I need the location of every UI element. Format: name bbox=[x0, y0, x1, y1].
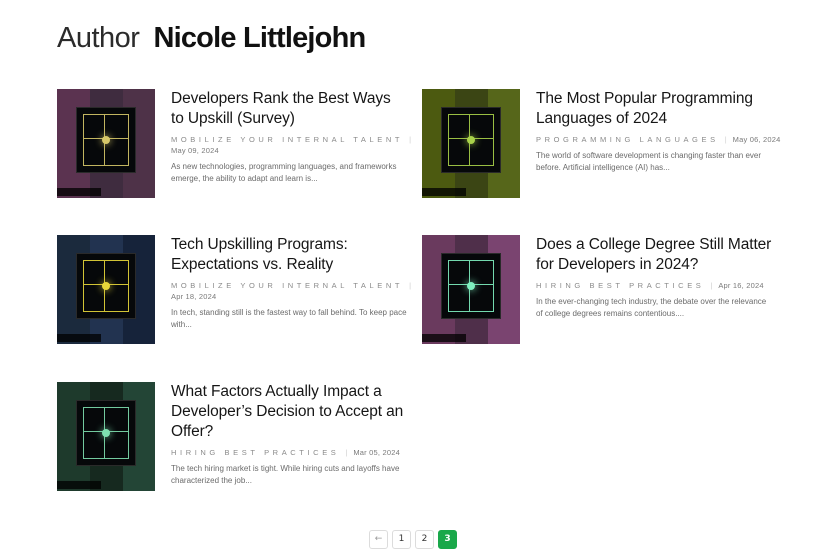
post-title[interactable]: Does a College Degree Still Matter for D… bbox=[536, 235, 772, 275]
post-title[interactable]: Tech Upskilling Programs: Expectations v… bbox=[171, 235, 407, 275]
post-excerpt: The tech hiring market is tight. While h… bbox=[171, 464, 400, 485]
image-credit-badge bbox=[57, 188, 101, 196]
post-thumbnail[interactable] bbox=[57, 235, 155, 344]
post-meta: Hiring Best Practices | Mar 05, 2024 bbox=[171, 448, 400, 457]
post-category[interactable]: Hiring Best Practices bbox=[536, 281, 704, 290]
post-excerpt: In tech, standing still is the fastest w… bbox=[171, 308, 407, 329]
post-excerpt: As new technologies, programming languag… bbox=[171, 162, 397, 183]
post-card[interactable]: Does a College Degree Still Matter for D… bbox=[422, 235, 771, 345]
post-card[interactable]: What Factors Actually Impact a Developer… bbox=[57, 382, 403, 494]
post-thumbnail[interactable] bbox=[422, 89, 520, 198]
post-date: May 09, 2024 bbox=[171, 146, 219, 155]
author-header: Author Nicole Littlejohn bbox=[57, 22, 366, 55]
post-title[interactable]: Developers Rank the Best Ways to Upskill… bbox=[171, 89, 407, 129]
post-meta: Programming Languages | May 06, 2024 bbox=[536, 135, 781, 144]
post-title[interactable]: What Factors Actually Impact a Developer… bbox=[171, 382, 407, 442]
image-credit-badge bbox=[57, 481, 101, 489]
circuit-chip-illustration bbox=[76, 253, 136, 319]
page-button-2[interactable]: 2 bbox=[415, 530, 434, 549]
circuit-chip-illustration bbox=[76, 107, 136, 173]
post-thumbnail[interactable] bbox=[422, 235, 520, 344]
post-title[interactable]: The Most Popular Programming Languages o… bbox=[536, 89, 772, 129]
post-date: May 06, 2024 bbox=[732, 135, 781, 144]
post-excerpt: In the ever-changing tech industry, the … bbox=[536, 297, 767, 318]
post-date: Apr 16, 2024 bbox=[718, 281, 764, 290]
post-card[interactable]: The Most Popular Programming Languages o… bbox=[422, 89, 780, 199]
circuit-chip-illustration bbox=[441, 107, 501, 173]
post-category[interactable]: Hiring Best Practices bbox=[171, 448, 339, 457]
page-button-1[interactable]: 1 bbox=[392, 530, 411, 549]
post-excerpt: The world of software development is cha… bbox=[536, 151, 762, 172]
post-date: Mar 05, 2024 bbox=[353, 448, 400, 457]
prev-page-button[interactable]: ← bbox=[369, 530, 388, 549]
circuit-chip-illustration bbox=[441, 253, 501, 319]
post-date: Apr 18, 2024 bbox=[171, 292, 217, 301]
pagination: ← 1 2 3 bbox=[369, 530, 457, 549]
post-meta: Hiring Best Practices | Apr 16, 2024 bbox=[536, 281, 764, 290]
image-credit-badge bbox=[422, 188, 466, 196]
page-button-3-current[interactable]: 3 bbox=[438, 530, 457, 549]
circuit-chip-illustration bbox=[76, 400, 136, 466]
author-label: Author bbox=[57, 22, 140, 54]
author-name: Nicole Littlejohn bbox=[153, 22, 366, 54]
post-meta: Mobilize Your Internal Talent | May 09, 2… bbox=[171, 135, 412, 155]
image-credit-badge bbox=[57, 334, 101, 342]
post-card[interactable]: Tech Upskilling Programs: Expectations v… bbox=[57, 235, 411, 345]
post-thumbnail[interactable] bbox=[57, 382, 155, 491]
post-thumbnail[interactable] bbox=[57, 89, 155, 198]
image-credit-badge bbox=[422, 334, 466, 342]
post-card[interactable]: Developers Rank the Best Ways to Upskill… bbox=[57, 89, 411, 199]
post-meta: Mobilize Your Internal Talent | Apr 18, 2… bbox=[171, 281, 412, 301]
post-category[interactable]: Mobilize Your Internal Talent bbox=[171, 135, 403, 144]
post-category[interactable]: Programming Languages bbox=[536, 135, 719, 144]
post-category[interactable]: Mobilize Your Internal Talent bbox=[171, 281, 403, 290]
